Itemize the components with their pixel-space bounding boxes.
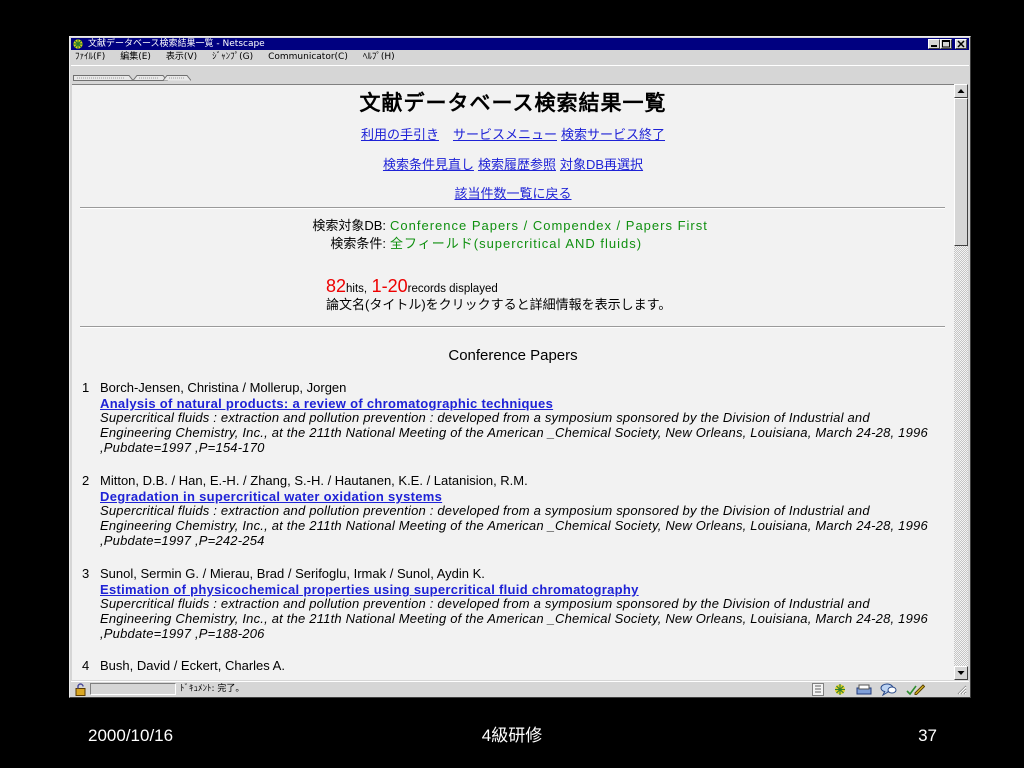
nav-row-1: 利用の手引き サービスメニュー 検索サービス終了 (72, 127, 954, 143)
result-title-link[interactable]: Estimation of physicochemical properties… (100, 582, 639, 597)
page-content: 文献データベース検索結果一覧 利用の手引き サービスメニュー 検索サービス終了 検索… (72, 84, 954, 680)
link-user-guide[interactable]: 利用の手引き (361, 127, 439, 142)
result-source-line: Engineering Chemistry, Inc., at the 211t… (100, 611, 928, 626)
close-button[interactable] (955, 39, 967, 49)
divider (80, 326, 945, 328)
menu-view[interactable]: 表示(V) (166, 51, 197, 64)
page-heading: 文献データベース検索結果一覧 (359, 92, 667, 115)
result-body: Mitton, D.B. / Han, E.-H. / Zhang, S.-H.… (100, 473, 952, 548)
minimize-button[interactable] (928, 39, 940, 49)
result-number: 3 (82, 566, 90, 581)
result-body: Sunol, Sermin G. / Mierau, Brad / Serifo… (100, 566, 952, 641)
search-condition-value: 全フィールド(supercritical AND fluids) (390, 236, 643, 251)
collapsed-toolbar-tabs[interactable] (73, 74, 191, 82)
menu-help[interactable]: ﾍﾙﾌﾟ(H) (363, 51, 395, 64)
arrow-up-icon (957, 89, 965, 93)
resize-grip-icon[interactable] (955, 683, 967, 696)
menu-go[interactable]: ｼﾞｬﾝﾌﾟ(G) (212, 51, 253, 64)
result-source-line: Engineering Chemistry, Inc., at the 211t… (100, 425, 928, 440)
result-entry: 1 Borch-Jensen, Christina / Mollerup, Jo… (72, 380, 954, 455)
result-authors: Mitton, D.B. / Han, E.-H. / Zhang, S.-H.… (100, 473, 528, 488)
result-source-line: Supercritical fluids : extraction and po… (100, 503, 870, 518)
result-authors: Borch-Jensen, Christina / Mollerup, Jorg… (100, 380, 347, 395)
instruction-text: 論文名(タイトル)をクリックすると詳細情報を表示します。 (326, 297, 672, 312)
hits-count: 82 (326, 276, 347, 296)
result-authors: Sunol, Sermin G. / Mierau, Brad / Serifo… (100, 566, 485, 581)
search-db-value: Conference Papers / Compendex / Papers F… (390, 218, 708, 233)
slide-page-number: 37 (918, 726, 937, 745)
slide-footer-title: 4級研修 (481, 726, 543, 745)
result-source-line: Supercritical fluids : extraction and po… (100, 596, 870, 611)
status-bar: ﾄﾞｷｭﾒﾝﾄ: 完了。 (71, 681, 969, 697)
close-icon (957, 40, 965, 48)
result-entry: 4 Bush, David / Eckert, Charles A. (72, 658, 954, 678)
menu-edit[interactable]: 編集(E) (120, 51, 151, 64)
result-entry: 2 Mitton, D.B. / Han, E.-H. / Zhang, S.-… (72, 473, 954, 548)
link-revise-conditions[interactable]: 検索条件見直し (383, 157, 474, 172)
result-source-line: Supercritical fluids : extraction and po… (100, 410, 870, 425)
security-lock-icon[interactable] (73, 683, 88, 696)
minimize-icon (931, 45, 937, 47)
result-pubdate-line: ,Pubdate=1997 ,P=188-206 (100, 626, 265, 641)
nav-row-2: 検索条件見直し 検索履歴参照 対象DB再選択 (72, 157, 954, 173)
result-number: 4 (82, 658, 90, 673)
link-reselect-db[interactable]: 対象DB再選択 (560, 157, 643, 172)
result-title-row: Estimation of physicochemical properties… (100, 581, 952, 597)
discussion-icon[interactable] (880, 683, 897, 696)
result-number: 2 (82, 473, 90, 488)
result-body: Borch-Jensen, Christina / Mollerup, Jorg… (100, 380, 952, 455)
scroll-up-button[interactable] (954, 84, 968, 98)
vertical-scrollbar[interactable] (954, 84, 968, 680)
result-pubdate-line: ,Pubdate=1997 ,P=242-254 (100, 533, 265, 548)
browser-window: 文献データベース検索結果一覧 - Netscape ﾌｧｲﾙ(F) 編集(E) … (69, 36, 971, 698)
maximize-icon (942, 40, 950, 48)
result-title-row: Analysis of natural products: a review o… (100, 395, 952, 411)
search-condition-label: 検索条件: (330, 236, 386, 251)
result-pubdate-line: ,Pubdate=1997 ,P=154-170 (100, 440, 265, 455)
menu-bar: ﾌｧｲﾙ(F) 編集(E) 表示(V) ｼﾞｬﾝﾌﾟ(G) Communicat… (71, 51, 969, 64)
netscape-icon[interactable] (72, 38, 84, 50)
hits-summary: 82hits, 1-20records displayed (326, 276, 498, 296)
link-end-search-service[interactable]: 検索サービス終了 (561, 127, 665, 142)
link-service-menu[interactable]: サービスメニュー (453, 127, 557, 142)
link-back-to-hit-counts[interactable]: 該当件数一覧に戻る (454, 186, 571, 201)
result-body: Bush, David / Eckert, Charles A. (100, 658, 952, 673)
result-authors: Bush, David / Eckert, Charles A. (100, 658, 285, 673)
window-title: 文献データベース検索結果一覧 - Netscape (88, 39, 265, 49)
title-bar[interactable]: 文献データベース検索結果一覧 - Netscape (71, 38, 969, 50)
result-title-link[interactable]: Degradation in supercritical water oxida… (100, 489, 442, 504)
result-title-link[interactable]: Analysis of natural products: a review o… (100, 396, 553, 411)
slide: 文献データベース検索結果一覧 - Netscape ﾌｧｲﾙ(F) 編集(E) … (0, 0, 1024, 768)
result-title-row: Degradation in supercritical water oxida… (100, 488, 952, 504)
records-label: records displayed (407, 283, 498, 295)
result-entry: 3 Sunol, Sermin G. / Mierau, Brad / Seri… (72, 566, 954, 641)
progress-bar (90, 683, 176, 695)
arrow-down-icon (957, 671, 965, 675)
scroll-thumb[interactable] (954, 98, 968, 246)
hits-label: hits, (346, 283, 368, 295)
menu-file[interactable]: ﾌｧｲﾙ(F) (75, 51, 105, 64)
result-number: 1 (82, 380, 90, 395)
scroll-down-button[interactable] (954, 666, 968, 680)
collapsed-toolbar-area (71, 65, 969, 83)
status-text: ﾄﾞｷｭﾒﾝﾄ: 完了。 (180, 684, 245, 694)
navigator-icon[interactable] (832, 683, 848, 696)
menu-communicator[interactable]: Communicator(C) (268, 51, 348, 64)
result-source-line: Engineering Chemistry, Inc., at the 211t… (100, 518, 928, 533)
component-bar-handle-icon[interactable] (812, 683, 824, 696)
composer-icon[interactable] (905, 683, 925, 696)
section-title: Conference Papers (448, 347, 578, 364)
link-search-history[interactable]: 検索履歴参照 (478, 157, 556, 172)
maximize-button[interactable] (940, 39, 952, 49)
nav-row-3: 該当件数一覧に戻る (72, 186, 954, 202)
search-db-label: 検索対象DB: (312, 218, 386, 233)
divider (80, 207, 945, 209)
records-range: 1-20 (371, 276, 408, 296)
mailbox-icon[interactable] (855, 683, 873, 696)
